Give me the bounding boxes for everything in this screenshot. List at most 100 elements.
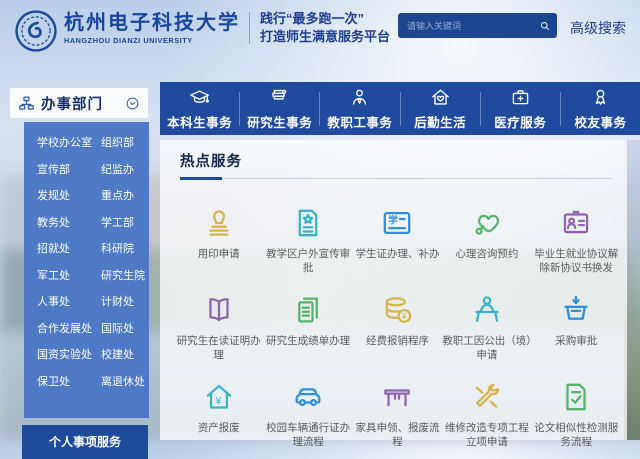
service-outdoor-publicity-approval[interactable]: 教学区户外宣传审批 bbox=[263, 191, 352, 278]
service-label: 心理咨询预约 bbox=[455, 248, 519, 260]
service-staff-overseas-travel[interactable]: 教职工因公出（境）申请 bbox=[442, 278, 532, 365]
section-title: 热点服务 bbox=[180, 154, 242, 170]
service-renovation-project-application[interactable]: 维修改造专项工程立项申请 bbox=[442, 365, 531, 452]
basket-arrow-icon bbox=[559, 293, 593, 327]
chevron-down-icon[interactable] bbox=[125, 96, 140, 111]
slogan-line1: 践行“最多跑一次” bbox=[260, 11, 365, 26]
dept-link[interactable]: 保卫处 bbox=[37, 376, 101, 389]
service-label: 论文相似性检测服务流程 bbox=[534, 422, 619, 449]
header-divider bbox=[249, 12, 250, 44]
dept-link[interactable]: 国资实验处 bbox=[37, 349, 101, 362]
tab-label: 校友事务 bbox=[574, 116, 627, 130]
service-label: 资产报废 bbox=[197, 422, 240, 434]
department-list: 学校办公室 组织部 宣传部 纪监办 发规处 重点办 教务处 学工部 招就处 科研… bbox=[24, 122, 149, 418]
tab-staff[interactable]: 教职工事务 bbox=[320, 82, 399, 135]
dept-link[interactable]: 发规处 bbox=[37, 190, 101, 203]
dept-link[interactable]: 计财处 bbox=[101, 296, 149, 309]
page-header: 杭州电子科技大学 HANGZHOU DIANZI UNIVERSITY 践行“最… bbox=[0, 0, 640, 62]
car-icon bbox=[291, 380, 325, 414]
service-label: 校园车辆通行证办理流程 bbox=[266, 422, 351, 449]
seal-stamp-icon bbox=[202, 206, 236, 240]
svg-text:¥: ¥ bbox=[401, 311, 408, 321]
service-label: 家具申领、报废流程 bbox=[355, 422, 440, 449]
id-badge-icon bbox=[559, 206, 593, 240]
university-name-cn: 杭州电子科技大学 bbox=[64, 10, 240, 34]
departments-icon bbox=[18, 95, 35, 112]
service-campus-vehicle-pass[interactable]: 校园车辆通行证办理流程 bbox=[263, 365, 352, 452]
slogan: 践行“最多跑一次” 打造师生满意服务平台 bbox=[260, 10, 390, 46]
service-label: 采购审批 bbox=[555, 335, 598, 347]
tab-logistics[interactable]: 后勤生活 bbox=[401, 82, 480, 135]
sidebar-title: 办事部门 bbox=[41, 96, 103, 113]
advanced-search-link[interactable]: 高级搜索 bbox=[570, 18, 626, 38]
service-student-card[interactable]: 学 学生证办理、补办 bbox=[353, 191, 442, 278]
service-grad-enrollment-certificate[interactable]: 研究生在读证明办理 bbox=[174, 278, 263, 365]
service-employment-agreement-renewal[interactable]: 毕业生就业协议解除新协议书换发 bbox=[532, 191, 621, 278]
dept-link[interactable]: 纪监办 bbox=[101, 164, 149, 177]
service-label: 维修改造专项工程立项申请 bbox=[444, 422, 529, 449]
document-check-icon bbox=[559, 380, 593, 414]
tab-label: 本科生事务 bbox=[167, 116, 233, 130]
person-desk-icon bbox=[470, 293, 504, 327]
university-logo-icon bbox=[14, 9, 58, 53]
service-label: 用印申请 bbox=[197, 248, 240, 260]
tab-alumni[interactable]: 校友事务 bbox=[561, 82, 640, 135]
dept-link[interactable]: 宣传部 bbox=[37, 164, 101, 177]
service-asset-scrapping[interactable]: ¥ 资产报废 bbox=[174, 365, 263, 452]
service-label: 教学区户外宣传审批 bbox=[266, 248, 351, 275]
service-grad-transcript[interactable]: 研究生成绩单办理 bbox=[263, 278, 352, 365]
service-label: 经费报销程序 bbox=[365, 335, 429, 347]
heart-stethoscope-icon bbox=[470, 206, 504, 240]
service-label: 研究生成绩单办理 bbox=[266, 335, 351, 347]
dept-link[interactable]: 重点办 bbox=[101, 190, 149, 203]
dept-link[interactable]: 离退休处 bbox=[101, 376, 149, 389]
dept-link[interactable]: 合作发展处 bbox=[37, 323, 101, 336]
sidebar-bottom-label: 个人事项服务 bbox=[48, 435, 121, 449]
service-expense-reimbursement[interactable]: ¥ 经费报销程序 bbox=[353, 278, 442, 365]
search-box[interactable] bbox=[398, 13, 557, 38]
dept-link[interactable]: 学校办公室 bbox=[37, 137, 101, 150]
dept-link[interactable]: 军工处 bbox=[37, 270, 101, 283]
tab-medical[interactable]: 医疗服务 bbox=[481, 82, 560, 135]
search-input[interactable] bbox=[398, 20, 533, 31]
dept-link[interactable]: 科研院 bbox=[101, 243, 149, 256]
medical-bag-icon bbox=[509, 86, 532, 109]
service-furniture-requisition[interactable]: 家具申领、报废流程 bbox=[353, 365, 442, 452]
section-rule-accent bbox=[180, 177, 222, 180]
service-procurement-approval[interactable]: 采购审批 bbox=[532, 278, 621, 365]
tab-label: 后勤生活 bbox=[414, 116, 467, 130]
sidebar-bottom-panel[interactable]: 个人事项服务 bbox=[22, 425, 148, 459]
transcript-icon bbox=[291, 293, 325, 327]
dept-link[interactable]: 校建处 bbox=[101, 349, 149, 362]
books-icon bbox=[268, 86, 291, 109]
dept-link[interactable]: 组织部 bbox=[101, 137, 149, 150]
staff-person-icon bbox=[348, 86, 371, 109]
university-name-en: HANGZHOU DIANZI UNIVERSITY bbox=[64, 36, 193, 45]
tab-label: 医疗服务 bbox=[494, 116, 547, 130]
tab-undergraduate[interactable]: 本科生事务 bbox=[160, 82, 239, 135]
service-label: 研究生在读证明办理 bbox=[176, 335, 261, 362]
dept-link[interactable]: 教务处 bbox=[37, 217, 101, 230]
tab-label: 研究生事务 bbox=[247, 116, 313, 130]
sidebar-header-departments[interactable]: 办事部门 bbox=[10, 88, 148, 118]
alumni-medal-icon bbox=[589, 86, 612, 109]
service-seal-application[interactable]: 用印申请 bbox=[174, 191, 263, 278]
document-star-icon bbox=[291, 206, 325, 240]
service-label: 毕业生就业协议解除新协议书换发 bbox=[534, 248, 619, 275]
search-icon[interactable] bbox=[533, 13, 557, 38]
dept-link[interactable]: 招就处 bbox=[37, 243, 101, 256]
dept-link[interactable]: 国际处 bbox=[101, 323, 149, 336]
hot-services-panel: 热点服务 用印申请 教学区户外宣传审批 学 学生证办理、补办 心理咨询预约 毕业… bbox=[160, 140, 627, 448]
service-label: 学生证办理、补办 bbox=[355, 248, 440, 260]
tab-graduate[interactable]: 研究生事务 bbox=[240, 82, 319, 135]
service-thesis-similarity-check[interactable]: 论文相似性检测服务流程 bbox=[532, 365, 621, 452]
open-book-icon bbox=[202, 293, 236, 327]
dept-link[interactable]: 学工部 bbox=[101, 217, 149, 230]
dept-link[interactable]: 研究生院 bbox=[101, 270, 149, 283]
house-heart-icon bbox=[429, 86, 452, 109]
section-rule bbox=[180, 177, 613, 180]
service-psych-counseling[interactable]: 心理咨询预约 bbox=[442, 191, 531, 278]
dept-link[interactable]: 人事处 bbox=[37, 296, 101, 309]
coins-yuan-icon: ¥ bbox=[380, 293, 414, 327]
svg-text:¥: ¥ bbox=[214, 396, 221, 407]
